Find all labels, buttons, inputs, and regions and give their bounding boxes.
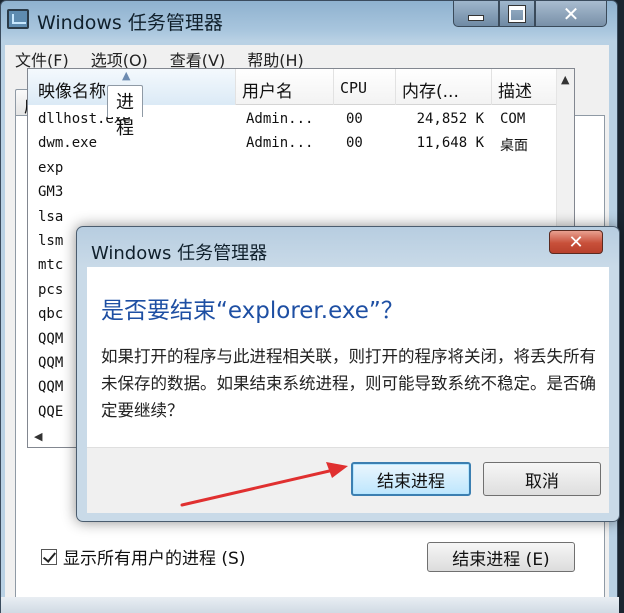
dialog-footer: 结束进程 取消 [87, 447, 609, 513]
process-user-cell: Admin... [246, 135, 314, 152]
maximize-button[interactable] [499, 1, 535, 27]
process-user-cell: Admin... [246, 111, 314, 127]
confirm-end-process-button[interactable]: 结束进程 [351, 462, 471, 496]
process-row[interactable]: dwm.exe Admin... 00 11,648 K 桌面 [28, 131, 574, 155]
end-process-dialog: Windows 任务管理器 ✕ 是否要结束“explorer.exe”？ 如果打… [76, 226, 620, 522]
scroll-left-icon[interactable]: ◀ [34, 430, 42, 443]
checkbox-checked-icon[interactable] [41, 548, 57, 565]
dialog-content: 是否要结束“explorer.exe”？ 如果打开的程序与此进程相关联，则打开的… [87, 267, 609, 447]
column-user-name[interactable]: 用户名 [236, 69, 334, 105]
scroll-up-icon[interactable]: ▲ [561, 73, 569, 86]
task-manager-icon [7, 9, 29, 29]
title-bar[interactable]: Windows 任务管理器 ✕ [1, 1, 617, 39]
process-name-cell: exp [38, 159, 64, 176]
dialog-message: 如果打开的程序与此进程相关联，则打开的程序将关闭，将丢失所有未保存的数据。如果结… [101, 347, 596, 420]
show-all-users-label: 显示所有用户的进程 (S) [63, 549, 246, 569]
column-memory[interactable]: 内存(... [396, 69, 492, 105]
dialog-close-button[interactable]: ✕ [549, 230, 603, 254]
process-name-cell: GM3 [38, 184, 64, 201]
end-process-button[interactable]: 结束进程 (E) [427, 542, 575, 572]
cancel-button[interactable]: 取消 [483, 462, 601, 496]
process-cpu-cell: 00 [346, 111, 363, 127]
process-row[interactable]: exp [28, 156, 574, 180]
sort-ascending-icon: ▲ [122, 69, 131, 82]
tab-processes[interactable]: 进程 [107, 85, 143, 139]
window-title: Windows 任务管理器 [37, 12, 223, 34]
process-row[interactable]: lsa [28, 205, 574, 229]
process-row[interactable]: GM3 [28, 180, 574, 204]
close-button[interactable]: ✕ [535, 1, 607, 27]
process-cpu-cell: 00 [346, 135, 363, 152]
process-mem-cell: 11,648 K [416, 135, 484, 152]
dialog-title: Windows 任务管理器 [91, 243, 268, 264]
process-name-cell: lsa [38, 208, 64, 225]
column-description[interactable]: 描述 [492, 69, 558, 105]
minimize-button[interactable] [453, 1, 499, 27]
process-desc-cell: 桌面 [500, 138, 528, 155]
status-bar [1, 597, 619, 613]
dialog-heading: 是否要结束“explorer.exe”？ [101, 298, 404, 324]
process-desc-cell: COM [500, 111, 526, 127]
process-name-cell: dwm.exe [38, 135, 98, 152]
column-image-name-label: 映像名称 [38, 82, 106, 102]
column-cpu[interactable]: CPU [334, 69, 396, 105]
show-all-users-checkbox[interactable]: 显示所有用户的进程 (S) [41, 544, 245, 569]
process-mem-cell: 24,852 K [416, 111, 484, 127]
